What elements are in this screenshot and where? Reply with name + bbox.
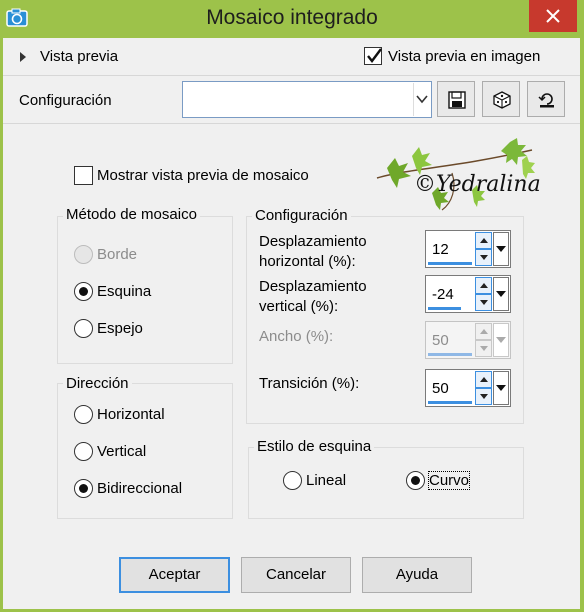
preview-toggle-label[interactable]: Vista previa bbox=[40, 48, 118, 65]
direction-vertical-label[interactable]: Vertical bbox=[97, 443, 146, 460]
image-preview-label[interactable]: Vista previa en imagen bbox=[388, 48, 540, 65]
triangle-down-icon bbox=[496, 291, 506, 297]
v-offset-down-button[interactable] bbox=[475, 294, 492, 311]
tile-preview-label[interactable]: Mostrar vista previa de mosaico bbox=[97, 167, 309, 184]
h-offset-slider-bar bbox=[428, 262, 472, 265]
corner-style-group-title: Estilo de esquina bbox=[254, 438, 375, 455]
watermark-text: ©Yedralina bbox=[414, 172, 541, 197]
method-group-title: Método de mosaico bbox=[63, 206, 200, 223]
corner-curved-radio[interactable] bbox=[406, 471, 425, 490]
ok-button[interactable]: Aceptar bbox=[119, 557, 230, 593]
arrow-down-icon bbox=[480, 255, 488, 260]
v-offset-value[interactable]: -24 bbox=[432, 286, 454, 303]
method-border-radio[interactable] bbox=[74, 245, 93, 264]
transition-up-button[interactable] bbox=[475, 371, 492, 388]
corner-curved-label[interactable]: Curvo bbox=[427, 471, 471, 490]
method-corner-label[interactable]: Esquina bbox=[97, 283, 151, 300]
width-dropdown-button bbox=[493, 323, 509, 357]
direction-bidirectional-radio[interactable] bbox=[74, 479, 93, 498]
width-label: Ancho (%): bbox=[259, 328, 334, 345]
triangle-down-icon bbox=[496, 385, 506, 391]
reset-icon bbox=[538, 93, 554, 108]
transition-label: Transición (%): bbox=[259, 375, 360, 392]
transition-value[interactable]: 50 bbox=[432, 380, 449, 397]
arrow-up-icon bbox=[480, 283, 488, 288]
h-offset-label-line2: horizontal (%): bbox=[259, 253, 356, 270]
arrow-up-icon bbox=[480, 329, 488, 334]
arrow-down-icon bbox=[480, 394, 488, 399]
method-mirror-radio[interactable] bbox=[74, 319, 93, 338]
method-border-label[interactable]: Borde bbox=[97, 246, 137, 263]
triangle-down-icon bbox=[496, 337, 506, 343]
h-offset-label-line1: Desplazamiento bbox=[259, 233, 367, 250]
width-down-button bbox=[475, 340, 492, 357]
divider bbox=[3, 123, 580, 124]
divider bbox=[3, 75, 580, 76]
method-mirror-label[interactable]: Espejo bbox=[97, 320, 143, 337]
direction-vertical-radio[interactable] bbox=[74, 442, 93, 461]
v-offset-spinner[interactable]: -24 bbox=[425, 275, 511, 313]
corner-linear-radio[interactable] bbox=[283, 471, 302, 490]
chevron-down-icon[interactable] bbox=[413, 83, 430, 116]
h-offset-down-button[interactable] bbox=[475, 249, 492, 266]
close-icon bbox=[546, 9, 560, 23]
reset-button[interactable] bbox=[527, 81, 565, 117]
v-offset-label: Desplazamiento vertical (%): bbox=[259, 277, 367, 317]
corner-linear-label[interactable]: Lineal bbox=[306, 472, 346, 489]
width-spinner: 50 bbox=[425, 321, 511, 359]
close-button[interactable] bbox=[529, 0, 577, 32]
config-label: Configuración bbox=[19, 92, 112, 109]
direction-bidirectional-label[interactable]: Bidireccional bbox=[97, 480, 182, 497]
window-title: Mosaico integrado bbox=[206, 6, 378, 29]
dice-icon bbox=[493, 91, 511, 109]
expand-arrow-icon[interactable] bbox=[20, 52, 26, 62]
checkmark-icon bbox=[367, 48, 382, 63]
transition-spinner[interactable]: 50 bbox=[425, 369, 511, 407]
save-icon bbox=[448, 91, 466, 109]
tile-preview-checkbox[interactable] bbox=[74, 166, 93, 185]
config-combo[interactable] bbox=[182, 81, 432, 118]
arrow-up-icon bbox=[480, 377, 488, 382]
arrow-up-icon bbox=[480, 238, 488, 243]
randomize-button[interactable] bbox=[482, 81, 520, 117]
help-button[interactable]: Ayuda bbox=[362, 557, 472, 593]
save-preset-button[interactable] bbox=[437, 81, 475, 117]
v-offset-up-button[interactable] bbox=[475, 277, 492, 294]
h-offset-label: Desplazamiento horizontal (%): bbox=[259, 232, 367, 272]
width-value: 50 bbox=[432, 332, 449, 349]
direction-horizontal-label[interactable]: Horizontal bbox=[97, 406, 165, 423]
direction-horizontal-radio[interactable] bbox=[74, 405, 93, 424]
transition-dropdown-button[interactable] bbox=[493, 371, 509, 405]
image-preview-checkbox[interactable] bbox=[364, 47, 382, 65]
triangle-down-icon bbox=[496, 246, 506, 252]
direction-group-title: Dirección bbox=[63, 375, 132, 392]
transition-slider-bar bbox=[428, 401, 472, 404]
h-offset-dropdown-button[interactable] bbox=[493, 232, 509, 266]
h-offset-value[interactable]: 12 bbox=[432, 241, 449, 258]
settings-group-title: Configuración bbox=[252, 207, 351, 224]
width-slider-bar bbox=[428, 353, 472, 356]
v-offset-label-line2: vertical (%): bbox=[259, 298, 339, 315]
watermark-logo: ©Yedralina bbox=[372, 138, 542, 218]
h-offset-up-button[interactable] bbox=[475, 232, 492, 249]
cancel-button[interactable]: Cancelar bbox=[241, 557, 351, 593]
h-offset-spinner[interactable]: 12 bbox=[425, 230, 511, 268]
v-offset-dropdown-button[interactable] bbox=[493, 277, 509, 311]
method-corner-radio[interactable] bbox=[74, 282, 93, 301]
arrow-down-icon bbox=[480, 346, 488, 351]
transition-down-button[interactable] bbox=[475, 388, 492, 405]
v-offset-slider-bar bbox=[428, 307, 461, 310]
arrow-down-icon bbox=[480, 300, 488, 305]
width-up-button bbox=[475, 323, 492, 340]
v-offset-label-line1: Desplazamiento bbox=[259, 278, 367, 295]
